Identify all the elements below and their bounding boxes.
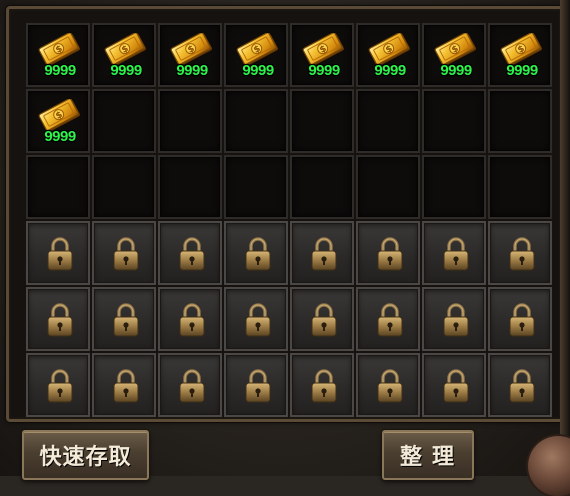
locked-slot[interactable] [224, 221, 288, 285]
item-slot[interactable]: $ 9999 [26, 89, 90, 153]
empty-slot[interactable] [158, 89, 222, 153]
empty-slot[interactable] [488, 89, 552, 153]
item-quantity: 9999 [308, 62, 340, 79]
padlock-icon [243, 302, 273, 338]
padlock-icon [507, 368, 537, 404]
locked-slot[interactable] [158, 221, 222, 285]
item-slot[interactable]: $ 9999 [224, 23, 288, 87]
padlock-icon [441, 368, 471, 404]
locked-slot[interactable] [290, 287, 354, 351]
locked-slot[interactable] [488, 221, 552, 285]
padlock-icon [375, 302, 405, 338]
locked-slot[interactable] [488, 287, 552, 351]
locked-slot[interactable] [158, 287, 222, 351]
quick-store-label: 快速存取 [39, 445, 132, 470]
empty-slot[interactable] [356, 89, 420, 153]
item-quantity: 9999 [374, 62, 406, 79]
gold-ticket-icon: $ [38, 32, 82, 66]
locked-slot[interactable] [422, 287, 486, 351]
gold-ticket-icon: $ [368, 32, 412, 66]
locked-slot[interactable] [290, 353, 354, 417]
item-slot[interactable]: $ 9999 [422, 23, 486, 87]
item-quantity: 9999 [176, 62, 208, 79]
padlock-icon [441, 302, 471, 338]
padlock-icon [111, 368, 141, 404]
locked-slot[interactable] [422, 353, 486, 417]
padlock-icon [375, 368, 405, 404]
locked-slot[interactable] [356, 221, 420, 285]
inventory-grid: $ 9999 $ 9999 $ 9999 $ 9999 $ 9999 $ 999… [26, 23, 552, 417]
padlock-icon [507, 302, 537, 338]
empty-slot[interactable] [92, 155, 156, 219]
locked-slot[interactable] [488, 353, 552, 417]
padlock-icon [45, 368, 75, 404]
sort-button[interactable]: 整理 [382, 430, 474, 480]
item-quantity: 9999 [506, 62, 538, 79]
padlock-icon [177, 236, 207, 272]
item-slot[interactable]: $ 9999 [488, 23, 552, 87]
locked-slot[interactable] [224, 353, 288, 417]
locked-slot[interactable] [92, 221, 156, 285]
quick-store-button[interactable]: 快速存取 [22, 430, 149, 480]
padlock-icon [309, 236, 339, 272]
padlock-icon [111, 236, 141, 272]
panel-edge [560, 0, 570, 476]
empty-slot[interactable] [290, 155, 354, 219]
item-quantity: 9999 [242, 62, 274, 79]
empty-slot[interactable] [422, 89, 486, 153]
storage-panel: $ 9999 $ 9999 $ 9999 $ 9999 $ 9999 $ 999… [0, 0, 570, 496]
gold-ticket-icon: $ [104, 32, 148, 66]
padlock-icon [177, 368, 207, 404]
padlock-icon [45, 236, 75, 272]
item-slot[interactable]: $ 9999 [92, 23, 156, 87]
padlock-icon [243, 236, 273, 272]
locked-slot[interactable] [158, 353, 222, 417]
locked-slot[interactable] [92, 353, 156, 417]
item-slot[interactable]: $ 9999 [290, 23, 354, 87]
item-quantity: 9999 [44, 128, 76, 145]
padlock-icon [441, 236, 471, 272]
corner-orb [528, 436, 570, 496]
item-slot[interactable]: $ 9999 [158, 23, 222, 87]
locked-slot[interactable] [26, 221, 90, 285]
locked-slot[interactable] [422, 221, 486, 285]
gold-ticket-icon: $ [500, 32, 544, 66]
empty-slot[interactable] [290, 89, 354, 153]
locked-slot[interactable] [224, 287, 288, 351]
padlock-icon [309, 368, 339, 404]
gold-ticket-icon: $ [302, 32, 346, 66]
padlock-icon [45, 302, 75, 338]
padlock-icon [375, 236, 405, 272]
empty-slot[interactable] [26, 155, 90, 219]
empty-slot[interactable] [224, 155, 288, 219]
item-slot[interactable]: $ 9999 [26, 23, 90, 87]
locked-slot[interactable] [26, 353, 90, 417]
empty-slot[interactable] [92, 89, 156, 153]
empty-slot[interactable] [158, 155, 222, 219]
gold-ticket-icon: $ [434, 32, 478, 66]
gold-ticket-icon: $ [170, 32, 214, 66]
empty-slot[interactable] [224, 89, 288, 153]
locked-slot[interactable] [290, 221, 354, 285]
locked-slot[interactable] [356, 353, 420, 417]
gold-ticket-icon: $ [38, 98, 82, 132]
padlock-icon [507, 236, 537, 272]
locked-slot[interactable] [356, 287, 420, 351]
padlock-icon [309, 302, 339, 338]
item-quantity: 9999 [110, 62, 142, 79]
empty-slot[interactable] [488, 155, 552, 219]
sort-label: 整理 [399, 445, 464, 470]
item-slot[interactable]: $ 9999 [356, 23, 420, 87]
empty-slot[interactable] [422, 155, 486, 219]
empty-slot[interactable] [356, 155, 420, 219]
padlock-icon [111, 302, 141, 338]
padlock-icon [177, 302, 207, 338]
gold-ticket-icon: $ [236, 32, 280, 66]
locked-slot[interactable] [26, 287, 90, 351]
item-quantity: 9999 [440, 62, 472, 79]
padlock-icon [243, 368, 273, 404]
locked-slot[interactable] [92, 287, 156, 351]
item-quantity: 9999 [44, 62, 76, 79]
